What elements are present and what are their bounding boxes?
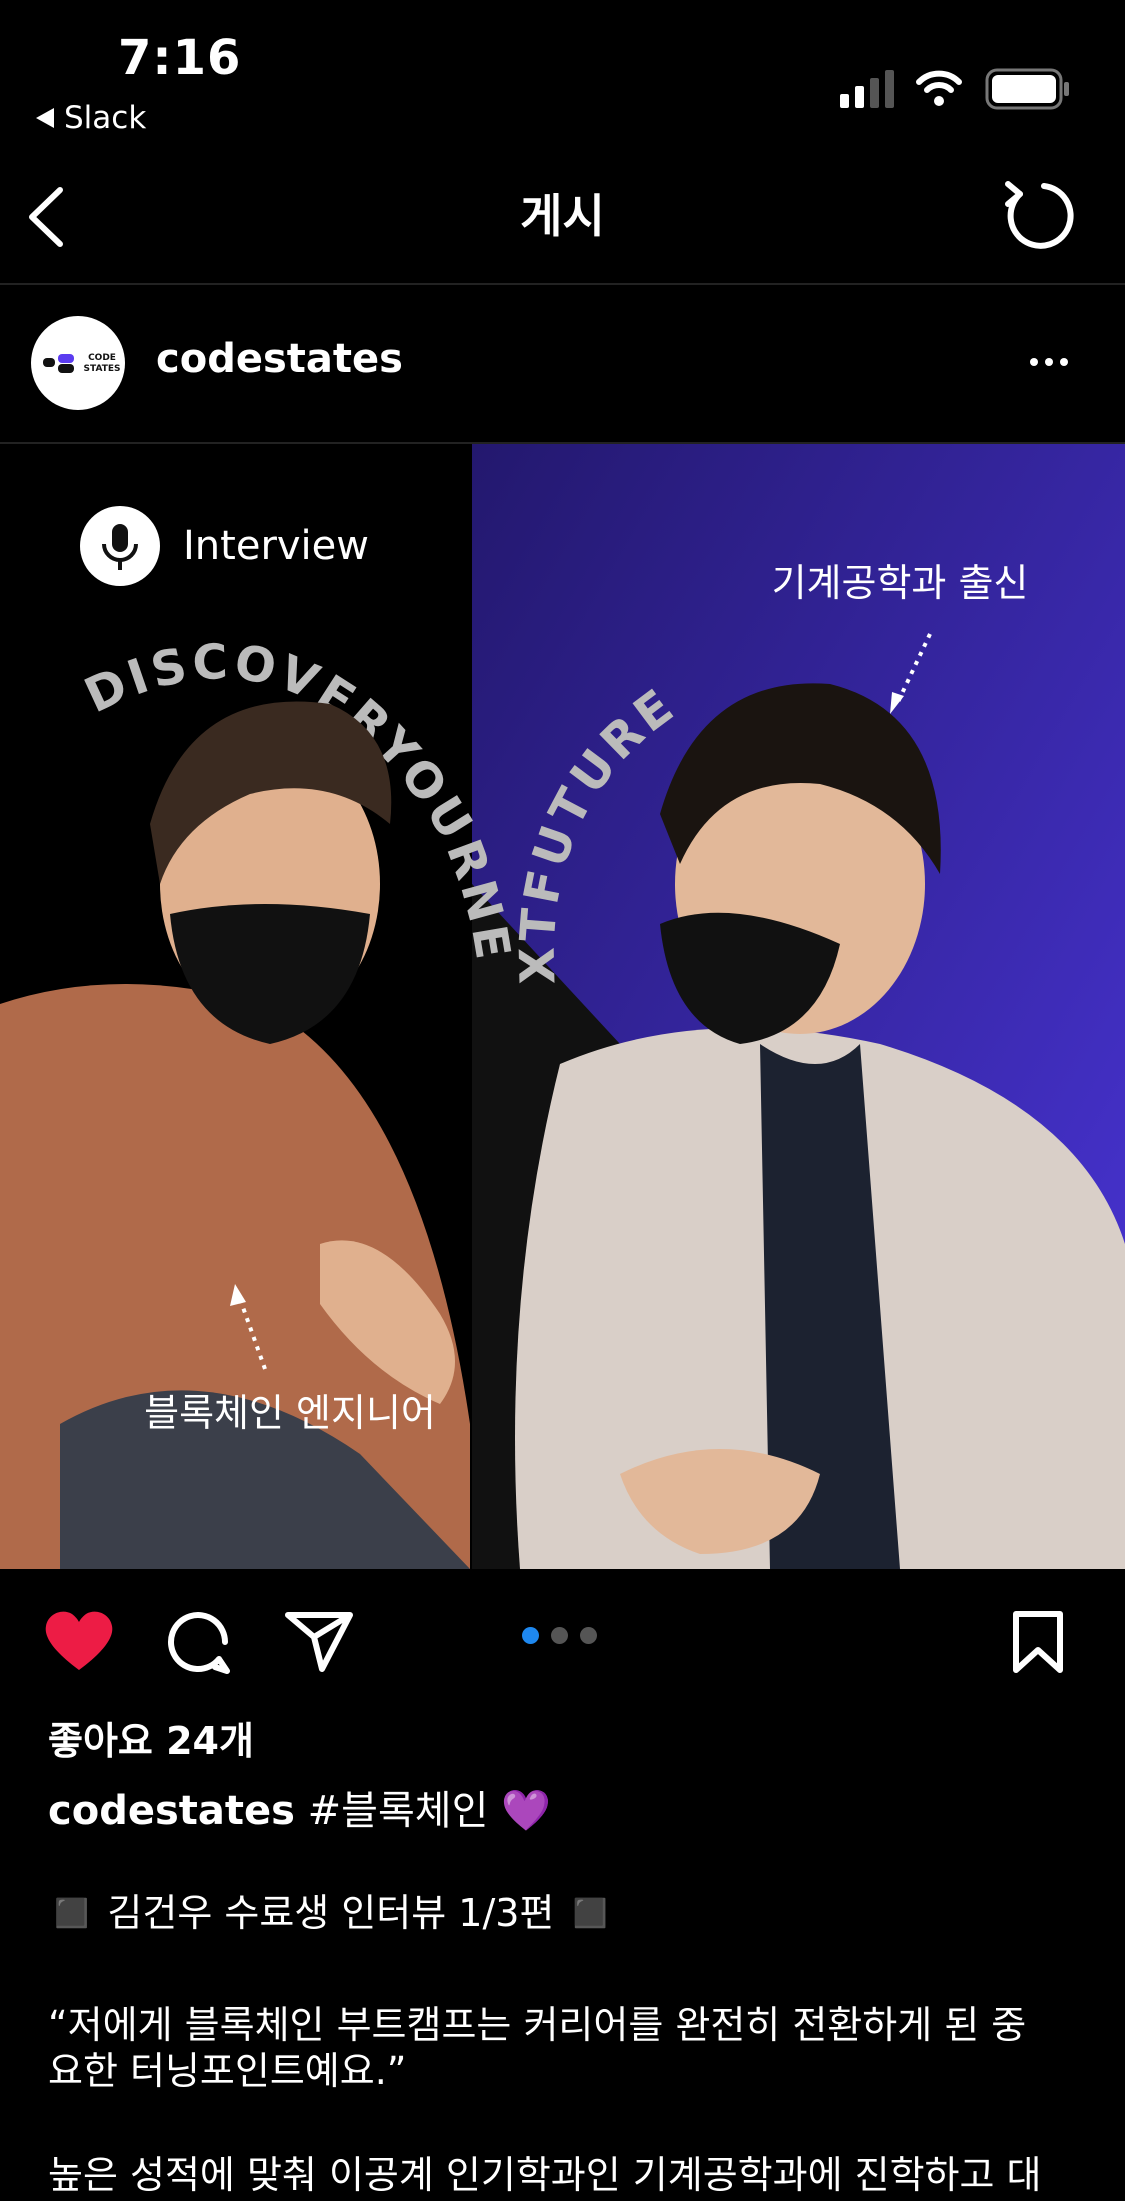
caption-first-line: codestates #블록체인 💜: [48, 1778, 551, 1836]
caption-hashtag[interactable]: #블록체인: [308, 1788, 489, 1834]
post-username[interactable]: codestates: [156, 336, 403, 382]
avatar[interactable]: CODE STATES: [31, 316, 125, 410]
post-photo: Interview DISCOVERYOURNE XTFUTURE 기계공학과 …: [0, 444, 1125, 1569]
refresh-icon[interactable]: [1000, 176, 1080, 254]
label-left: 블록체인 엔지니어: [144, 1391, 436, 1435]
caption-line: ◼️ 김건우 수료생 인터뷰 1/3편 ◼️: [48, 1891, 614, 1935]
nav-divider: [0, 283, 1125, 285]
back-triangle-icon: [36, 108, 54, 128]
page-title: 게시: [520, 189, 605, 243]
codestates-logo-icon: CODE STATES: [43, 353, 121, 374]
caption-line: 높은 성적에 맞춰 이공계 인기학과인 기계공학과에 진학하고 대: [48, 2153, 1042, 2197]
share-icon[interactable]: [284, 1609, 354, 1673]
carousel-dot-active: [522, 1627, 539, 1644]
svg-text:CODE: CODE: [88, 353, 116, 363]
more-options-icon[interactable]: [1030, 358, 1068, 366]
label-right: 기계공학과 출신: [772, 561, 1029, 605]
caption-username[interactable]: codestates: [48, 1788, 295, 1834]
caption-line: “저에게 블록체인 부트캠프는 커리어를 완전히 전환하게 된 중: [48, 2003, 1027, 2047]
carousel-indicator: [522, 1627, 597, 1644]
carousel-dot: [580, 1627, 597, 1644]
post-image[interactable]: Interview DISCOVERYOURNE XTFUTURE 기계공학과 …: [0, 444, 1125, 1569]
heart-icon[interactable]: [42, 1608, 116, 1674]
status-time: 7:16: [118, 30, 242, 86]
battery-icon: [985, 68, 1069, 110]
carousel-dot: [551, 1627, 568, 1644]
cellular-signal-icon: [840, 70, 894, 108]
purple-heart-emoji: 💜: [501, 1788, 551, 1834]
back-to-app-link[interactable]: Slack: [36, 100, 146, 136]
likes-count[interactable]: 좋아요 24개: [48, 1710, 254, 1765]
wifi-icon: [916, 70, 962, 106]
svg-text:Interview: Interview: [183, 523, 369, 569]
back-app-label: Slack: [64, 100, 147, 136]
comment-icon[interactable]: [165, 1609, 231, 1675]
bookmark-icon[interactable]: [1010, 1610, 1066, 1674]
caption-line: 요한 터닝포인트예요.”: [48, 2049, 407, 2093]
svg-text:STATES: STATES: [84, 364, 121, 374]
microphone-icon: [112, 524, 128, 552]
